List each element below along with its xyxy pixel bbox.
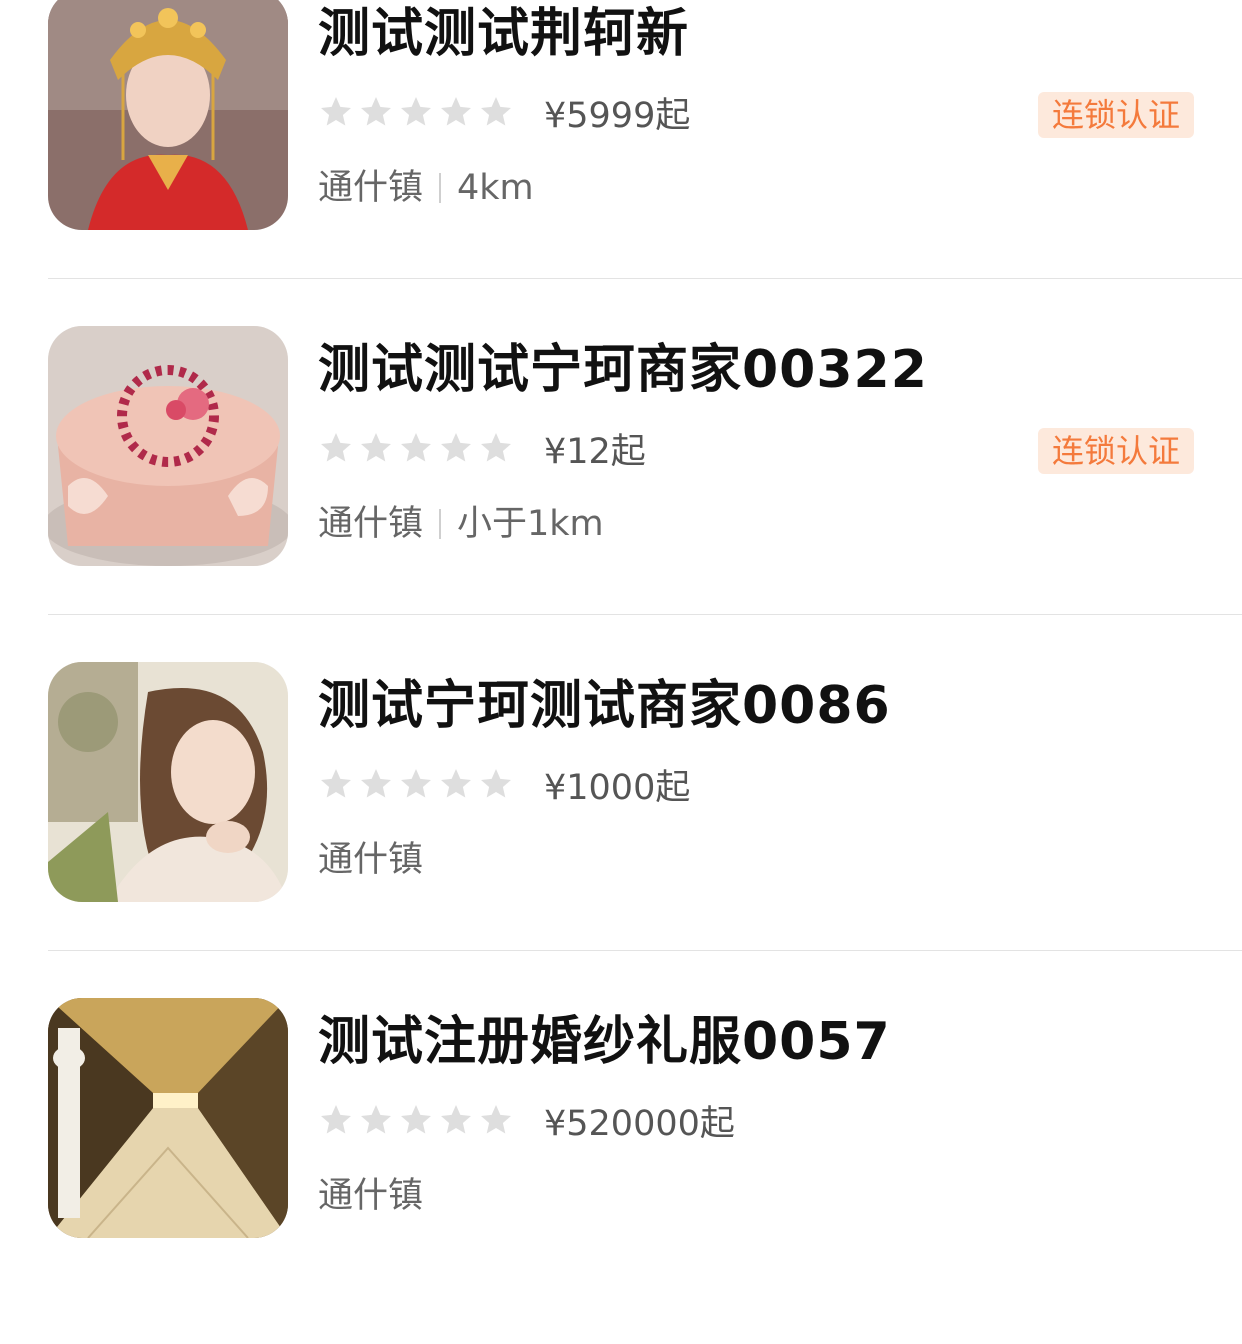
town-label: 通什镇 [318,504,424,544]
price-label: ¥5999起 [544,96,691,136]
merchant-title[interactable]: 测试测试荆轲新 [318,4,689,64]
town-label: 通什镇 [318,168,424,208]
star-icon [478,430,514,466]
merchant-title[interactable]: 测试注册婚纱礼服0057 [318,1012,891,1072]
merchant-list: 测试测试荆轲新 ¥5999起 连锁认证 通什镇 4km 测试测试宁珂商家0032… [0,0,1242,1242]
divider [48,278,1242,279]
rating-stars [318,94,514,134]
star-icon [438,1102,474,1138]
star-icon [358,430,394,466]
town-label: 通什镇 [318,840,424,880]
star-icon [398,1102,434,1138]
location-info: 通什镇 4km [318,168,534,208]
separator [439,509,442,539]
star-icon [318,1102,354,1138]
rating-stars [318,430,514,470]
star-icon [398,766,434,802]
star-icon [358,1102,394,1138]
star-icon [318,94,354,130]
price-label: ¥1000起 [544,768,691,808]
star-icon [478,94,514,130]
star-icon [358,94,394,130]
list-item[interactable]: 测试注册婚纱礼服0057 ¥520000起 通什镇 [0,998,1242,1344]
location-info: 通什镇 小于1km [318,504,604,544]
chain-certified-badge: 连锁认证 [1038,92,1194,138]
bride-photo-icon[interactable] [48,0,288,230]
star-icon [398,430,434,466]
chain-certified-badge: 连锁认证 [1038,428,1194,474]
location-info: 通什镇 [318,1176,423,1216]
merchant-title[interactable]: 测试测试宁珂商家00322 [318,340,928,400]
distance-label: 小于1km [457,504,604,544]
list-item[interactable]: 测试宁珂测试商家0086 ¥1000起 通什镇 [0,662,1242,1008]
distance-label: 4km [457,168,534,208]
star-icon [438,94,474,130]
merchant-title[interactable]: 测试宁珂测试商家0086 [318,676,891,736]
hallway-photo-icon[interactable] [48,998,288,1238]
list-item[interactable]: 测试测试宁珂商家00322 ¥12起 连锁认证 通什镇 小于1km [0,326,1242,672]
star-icon [438,430,474,466]
price-label: ¥12起 [544,432,646,472]
rating-stars [318,766,514,806]
portrait-photo-icon[interactable] [48,662,288,902]
star-icon [478,1102,514,1138]
rating-stars [318,1102,514,1142]
town-label: 通什镇 [318,1176,424,1216]
list-item[interactable]: 测试测试荆轲新 ¥5999起 连锁认证 通什镇 4km [0,0,1242,336]
price-label: ¥520000起 [544,1104,735,1144]
location-info: 通什镇 [318,840,423,880]
star-icon [398,94,434,130]
divider [48,950,1242,951]
star-icon [318,766,354,802]
star-icon [318,430,354,466]
divider [48,614,1242,615]
star-icon [358,766,394,802]
separator [439,173,442,203]
star-icon [478,766,514,802]
star-icon [438,766,474,802]
cake-photo-icon[interactable] [48,326,288,566]
